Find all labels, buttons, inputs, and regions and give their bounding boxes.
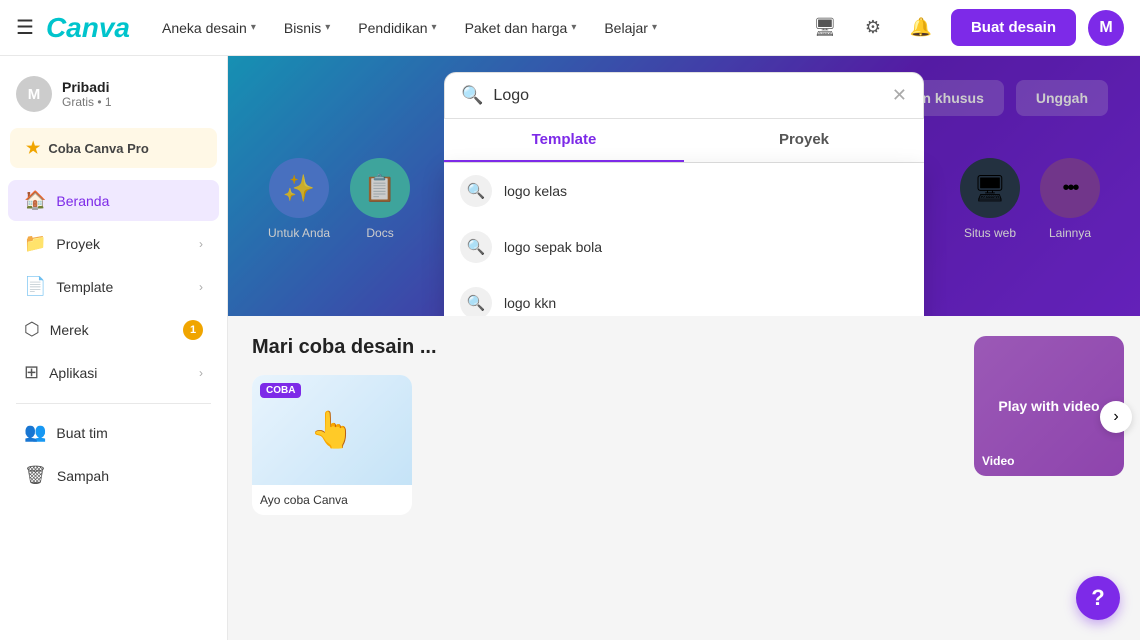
search-result-item[interactable]: 🔍 logo kkn: [444, 275, 924, 316]
video-card-area: Play with video Video: [974, 336, 1124, 476]
search-magnifier-icon: 🔍: [460, 231, 492, 263]
sidebar-avatar: M: [16, 76, 52, 112]
search-results: 🔍 logo kelas 🔍 logo sepak bola 🔍 logo kk…: [444, 163, 924, 316]
buat-desain-button[interactable]: Buat desain: [951, 9, 1076, 46]
chevron-right-icon: ›: [199, 237, 203, 251]
apps-icon: ⊞: [24, 362, 39, 383]
coba-pro-button[interactable]: ★ Coba Canva Pro: [10, 128, 217, 168]
result-text: logo sepak bola: [504, 239, 602, 255]
profile-sub: Gratis • 1: [62, 95, 112, 109]
search-input[interactable]: [493, 87, 881, 105]
folder-icon: 📁: [24, 233, 46, 254]
template-icon: 📄: [24, 276, 46, 297]
sidebar: M Pribadi Gratis • 1 ★ Coba Canva Pro 🏠 …: [0, 56, 228, 640]
result-text: logo kelas: [504, 183, 567, 199]
sidebar-item-buat-tim[interactable]: 👥 Buat tim: [8, 412, 219, 453]
sidebar-item-beranda[interactable]: 🏠 Beranda: [8, 180, 219, 221]
card-image: COBA 👆: [252, 375, 412, 485]
chevron-down-icon: ▾: [432, 22, 437, 33]
nav-paket-harga[interactable]: Paket dan harga ▾: [457, 14, 585, 42]
search-clear-icon[interactable]: ✕: [892, 85, 907, 106]
nav-label: Paket dan harga: [465, 20, 568, 36]
sidebar-item-sampah[interactable]: 🗑 Sampah: [8, 455, 219, 496]
search-result-item[interactable]: 🔍 logo sepak bola: [444, 219, 924, 275]
search-magnifier-icon: 🔍: [460, 287, 492, 316]
chevron-right-icon: ›: [199, 366, 203, 380]
hamburger-icon[interactable]: ☰: [16, 15, 34, 40]
top-navigation: ☰ Canva Aneka desain ▾ Bisnis ▾ Pendidik…: [0, 0, 1140, 56]
sidebar-item-label: Buat tim: [56, 425, 107, 441]
nav-pendidikan[interactable]: Pendidikan ▾: [350, 14, 444, 42]
main-content: Ukuran khusus Unggah Mau desain apa hari…: [228, 56, 1140, 640]
chevron-down-icon: ▾: [571, 22, 576, 33]
search-input-box: 🔍 ✕: [444, 72, 924, 119]
help-button[interactable]: ?: [1076, 576, 1120, 620]
sidebar-item-aplikasi[interactable]: ⊞ Aplikasi ›: [8, 352, 219, 393]
merek-badge: 1: [183, 320, 203, 340]
sidebar-item-label: Proyek: [56, 236, 100, 252]
below-hero-content: Mari coba desain ... COBA 👆 Ayo coba Can…: [228, 316, 1140, 535]
hero-banner: Ukuran khusus Unggah Mau desain apa hari…: [228, 56, 1140, 316]
nav-label: Belajar: [604, 20, 648, 36]
sidebar-item-label: Beranda: [56, 193, 109, 209]
home-icon: 🏠: [24, 190, 46, 211]
sidebar-item-merek[interactable]: ⬡ Merek 1: [8, 309, 219, 350]
chevron-right-icon: ›: [199, 280, 203, 294]
scroll-right-button[interactable]: ›: [1100, 401, 1132, 433]
search-result-item[interactable]: 🔍 logo kelas: [444, 163, 924, 219]
brand-icon: ⬡: [24, 319, 40, 340]
nav-belajar[interactable]: Belajar ▾: [596, 14, 665, 42]
monitor-icon[interactable]: 🖥: [807, 10, 843, 46]
trash-icon: 🗑: [24, 465, 47, 486]
sidebar-item-label: Template: [56, 279, 113, 295]
nav-label: Aneka desain: [162, 20, 247, 36]
result-text: logo kkn: [504, 295, 556, 311]
coba-pro-label: Coba Canva Pro: [48, 141, 148, 156]
video-label: Video: [982, 454, 1014, 468]
notification-icon[interactable]: 🔔: [903, 10, 939, 46]
search-tab-proyek[interactable]: Proyek: [684, 119, 924, 162]
sidebar-item-label: Aplikasi: [49, 365, 97, 381]
chevron-right-icon: ›: [1113, 408, 1118, 426]
team-icon: 👥: [24, 422, 46, 443]
user-avatar[interactable]: M: [1088, 10, 1124, 46]
profile-name: Pribadi: [62, 79, 112, 95]
sidebar-divider: [16, 403, 211, 404]
chevron-down-icon: ▾: [325, 22, 330, 33]
coba-badge: COBA: [260, 383, 301, 398]
sidebar-profile: M Pribadi Gratis • 1: [0, 68, 227, 128]
settings-icon[interactable]: ⚙: [855, 10, 891, 46]
search-tab-template[interactable]: Template: [444, 119, 684, 162]
card-label: Ayo coba Canva: [252, 485, 412, 515]
search-tabs: Template Proyek: [444, 119, 924, 163]
sidebar-item-template[interactable]: 📄 Template ›: [8, 266, 219, 307]
video-card[interactable]: Play with video Video: [974, 336, 1124, 476]
topnav-right: 🖥 ⚙ 🔔 Buat desain M: [807, 9, 1124, 46]
nav-bisnis[interactable]: Bisnis ▾: [276, 14, 338, 42]
card-illustration: 👆: [310, 409, 355, 451]
profile-info: Pribadi Gratis • 1: [62, 79, 112, 109]
search-magnifier-icon: 🔍: [460, 175, 492, 207]
sidebar-item-proyek[interactable]: 📁 Proyek ›: [8, 223, 219, 264]
video-card-text: Play with video: [990, 390, 1107, 422]
star-icon: ★: [26, 138, 40, 158]
nav-label: Bisnis: [284, 20, 321, 36]
chevron-down-icon: ▾: [251, 22, 256, 33]
chevron-down-icon: ▾: [652, 22, 657, 33]
design-card-canva[interactable]: COBA 👆 Ayo coba Canva: [252, 375, 412, 515]
main-layout: M Pribadi Gratis • 1 ★ Coba Canva Pro 🏠 …: [0, 56, 1140, 640]
nav-label: Pendidikan: [358, 20, 427, 36]
search-icon: 🔍: [461, 85, 483, 106]
canva-logo[interactable]: Canva: [46, 12, 130, 44]
nav-aneka-desain[interactable]: Aneka desain ▾: [154, 14, 264, 42]
search-dropdown: 🔍 ✕ Template Proyek 🔍 logo kelas 🔍 logo: [444, 72, 924, 316]
sidebar-item-label: Merek: [50, 322, 89, 338]
sidebar-item-label: Sampah: [57, 468, 109, 484]
